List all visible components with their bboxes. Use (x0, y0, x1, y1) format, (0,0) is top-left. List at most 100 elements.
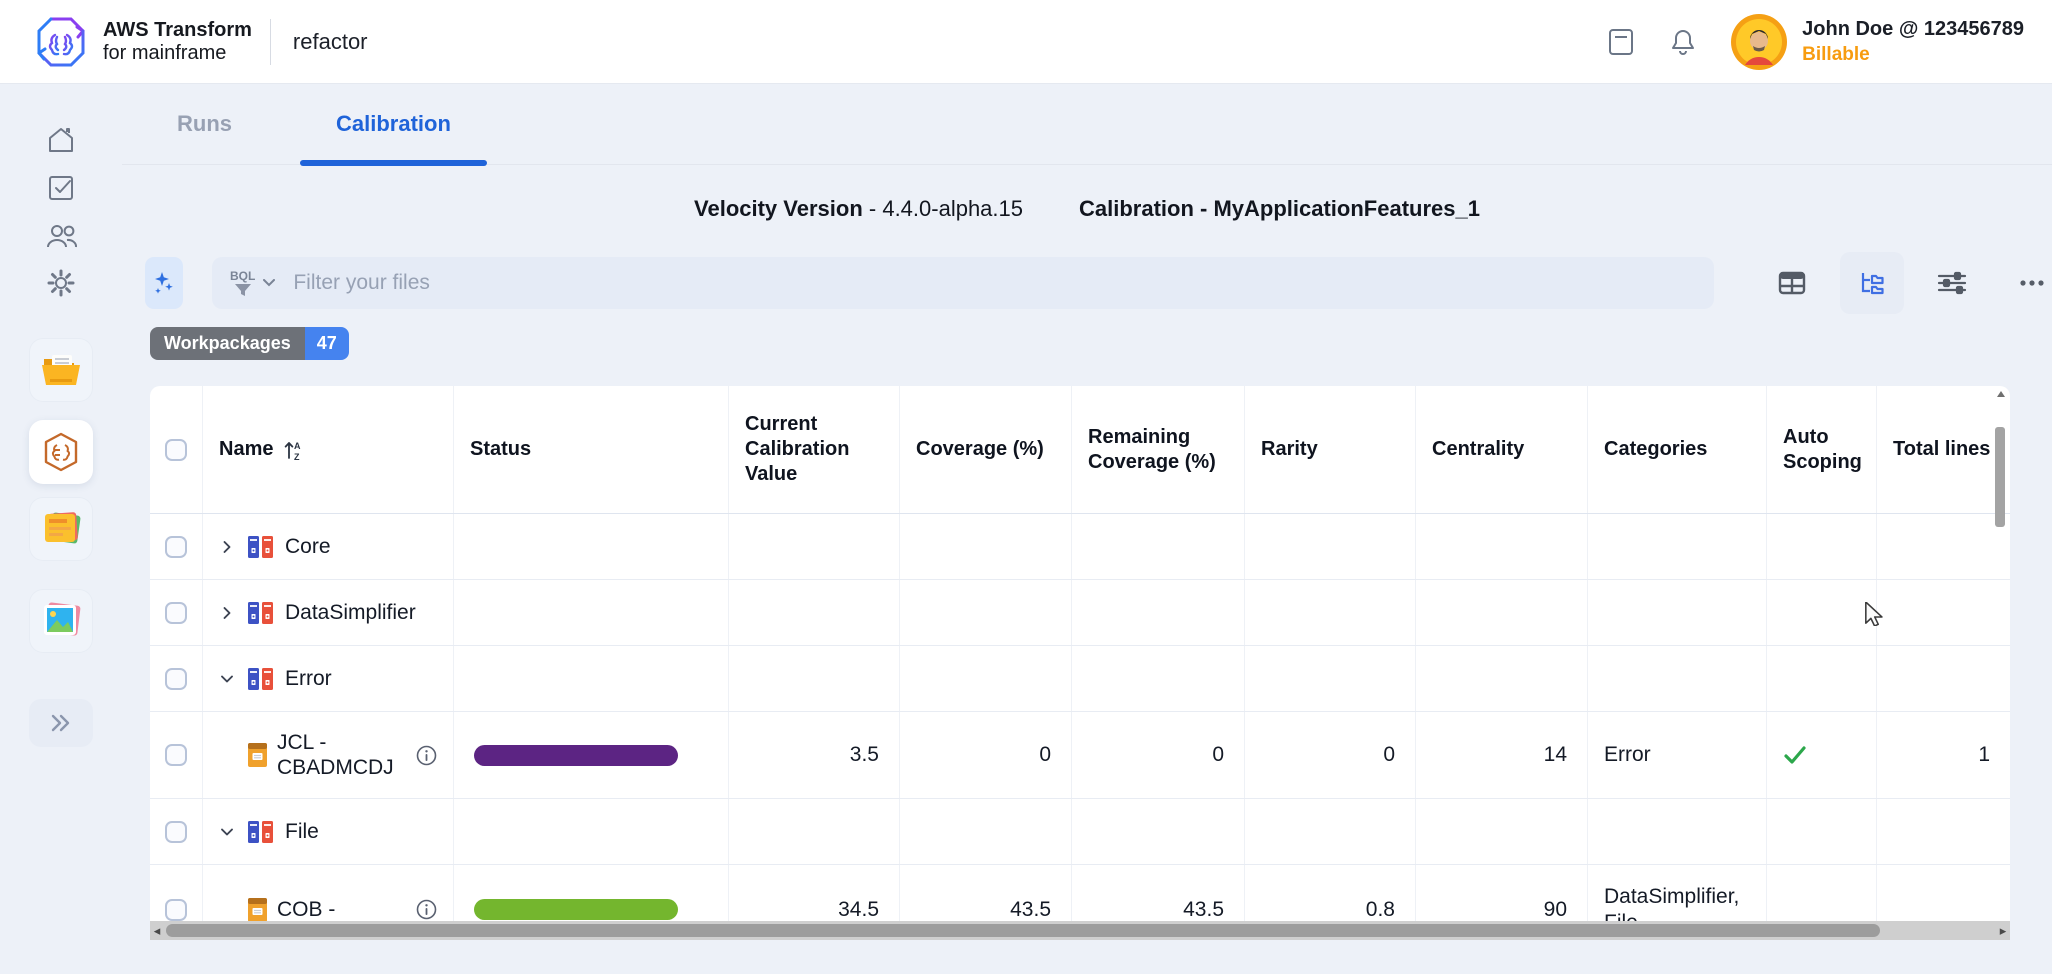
documentation-icon[interactable] (1606, 27, 1636, 57)
user-avatar[interactable] (1730, 13, 1788, 71)
row-select-cell (150, 799, 203, 864)
left-sidebar (0, 84, 122, 974)
table-row-jcl-cbadmcdj[interactable]: JCL - CBADMCDJ3.500014Error1 (150, 712, 2010, 799)
chevron-down-icon[interactable] (219, 824, 235, 840)
notifications-bell-icon[interactable] (1668, 27, 1698, 57)
row-checkbox[interactable] (165, 821, 187, 843)
vertical-scrollbar[interactable] (1994, 386, 2007, 921)
tasks-icon[interactable] (45, 172, 77, 204)
user-info[interactable]: John Doe @ 123456789 Billable (1802, 17, 2024, 67)
column-header-coverage[interactable]: Coverage (%) (900, 386, 1072, 513)
column-header-centrality[interactable]: Centrality (1416, 386, 1588, 513)
workpackages-count: 47 (305, 327, 349, 360)
calibration-info-line: Velocity Version - 4.4.0-alpha.15 Calibr… (122, 196, 2052, 222)
tab-runs-label: Runs (177, 111, 232, 137)
table-row-datasimplifier[interactable]: DataSimplifier (150, 580, 2010, 646)
images-app-icon (39, 600, 83, 642)
scroll-up-arrow[interactable] (1997, 391, 2005, 397)
sort-az-icon[interactable]: AZ (283, 439, 303, 461)
horizontal-scroll-thumb[interactable] (166, 924, 1880, 937)
horizontal-scrollbar[interactable]: ◂ ▸ (150, 921, 2010, 940)
cell-empty (729, 514, 900, 579)
cell-empty (729, 646, 900, 711)
users-icon[interactable] (45, 220, 77, 252)
billing-status: Billable (1802, 42, 2024, 67)
select-all-checkbox[interactable] (165, 439, 187, 461)
column-header-total[interactable]: Total lines (1877, 386, 2010, 513)
column-settings-button[interactable] (1920, 252, 1984, 314)
row-select-cell (150, 712, 203, 798)
folder-app-icon (40, 351, 82, 389)
app-images-card[interactable] (29, 589, 93, 653)
tree-view-button[interactable] (1840, 252, 1904, 314)
brand-divider (270, 19, 271, 65)
group-name: Error (285, 667, 332, 691)
app-folder-card[interactable] (29, 338, 93, 402)
scroll-right-arrow[interactable]: ▸ (1996, 921, 2010, 940)
column-header-categories[interactable]: Categories (1588, 386, 1767, 513)
ai-assist-button[interactable] (145, 257, 183, 309)
workpackages-filter-badge[interactable]: Workpackages 47 (150, 327, 349, 360)
chevron-down-icon[interactable] (263, 279, 275, 287)
app-transform-card[interactable] (29, 420, 93, 484)
vertical-scroll-thumb[interactable] (1995, 427, 2005, 527)
settings-gear-icon[interactable] (45, 267, 77, 299)
cell-empty (1245, 646, 1416, 711)
cell-empty (1072, 514, 1245, 579)
tab-calibration[interactable]: Calibration (298, 84, 489, 165)
ellipsis-icon (2018, 279, 2046, 287)
product-name: refactor (293, 29, 368, 55)
home-icon[interactable] (45, 124, 77, 156)
filter-input-container[interactable]: BQL (212, 257, 1714, 309)
cell-centrality: 14 (1416, 712, 1588, 798)
info-icon[interactable] (416, 745, 437, 766)
table-view-button[interactable] (1760, 252, 1824, 314)
table-row-file[interactable]: File (150, 799, 2010, 865)
item-name: JCL - CBADMCDJ (277, 730, 409, 780)
cell-name: DataSimplifier (203, 580, 454, 645)
row-select-cell (150, 514, 203, 579)
row-checkbox[interactable] (165, 602, 187, 624)
cell-total-lines: 1 (1877, 712, 2010, 798)
more-actions-button[interactable] (2000, 252, 2052, 314)
tab-runs[interactable]: Runs (139, 84, 270, 165)
chevron-down-icon[interactable] (219, 671, 235, 687)
sidebar-expand-button[interactable] (29, 699, 93, 747)
cell-empty (454, 646, 729, 711)
column-header-rarity[interactable]: Rarity (1245, 386, 1416, 513)
user-name: John Doe @ 123456789 (1802, 17, 2024, 42)
cell-name: Core (203, 514, 454, 579)
bql-filter-menu[interactable]: BQL (230, 270, 255, 297)
table-row-core[interactable]: Core (150, 514, 2010, 580)
chevron-right-icon[interactable] (219, 539, 235, 555)
aws-transform-logo (33, 13, 89, 71)
status-progress-bar (474, 899, 678, 920)
column-header-auto[interactable]: Auto Scoping (1767, 386, 1877, 513)
value: 3.5 (850, 743, 879, 767)
cell-empty (1767, 580, 1877, 645)
cell-empty (1072, 580, 1245, 645)
cell-empty (454, 799, 729, 864)
info-icon[interactable] (416, 899, 437, 920)
table-row-error[interactable]: Error (150, 646, 2010, 712)
filter-input[interactable] (291, 270, 1714, 296)
table-body: NameAZStatusCurrent Calibration ValueCov… (150, 386, 2010, 940)
app-notes-card[interactable] (29, 497, 93, 561)
value: 14 (1544, 743, 1567, 767)
column-header-ccv[interactable]: Current Calibration Value (729, 386, 900, 513)
cell-empty (1245, 799, 1416, 864)
cell-empty (1767, 514, 1877, 579)
column-header-name[interactable]: NameAZ (203, 386, 454, 513)
scroll-left-arrow[interactable]: ◂ (150, 921, 164, 940)
app-window: AWS Transform for mainframe refactor (0, 0, 2052, 974)
column-label: Centrality (1432, 437, 1524, 462)
row-checkbox[interactable] (165, 668, 187, 690)
row-checkbox[interactable] (165, 899, 187, 921)
row-checkbox[interactable] (165, 744, 187, 766)
velocity-version-value: - 4.4.0-alpha.15 (869, 196, 1023, 221)
cell-ccv: 3.5 (729, 712, 900, 798)
column-header-status[interactable]: Status (454, 386, 729, 513)
column-header-remaining[interactable]: Remaining Coverage (%) (1072, 386, 1245, 513)
row-checkbox[interactable] (165, 536, 187, 558)
chevron-right-icon[interactable] (219, 605, 235, 621)
